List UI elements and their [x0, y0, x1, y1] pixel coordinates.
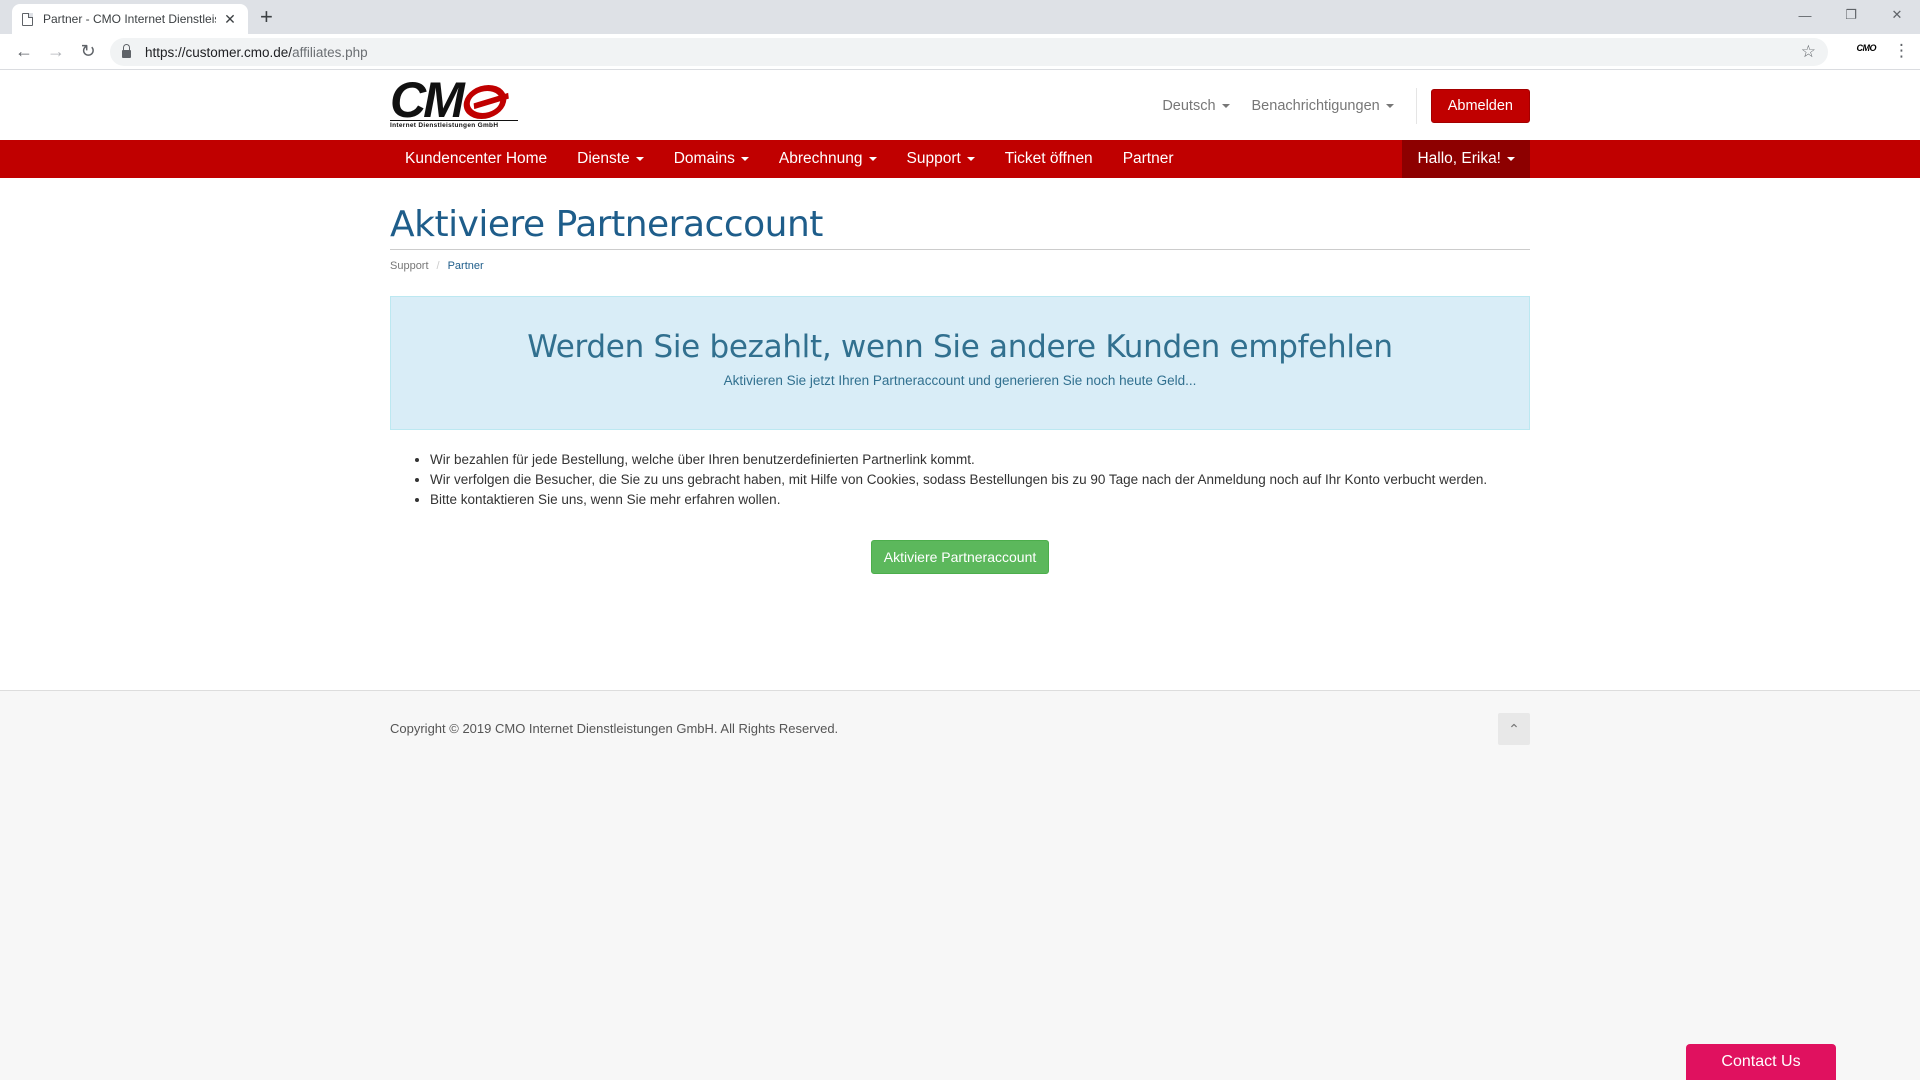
document-icon	[22, 12, 33, 26]
nav-item-ticket-ffnen[interactable]: Ticket öffnen	[990, 140, 1108, 178]
tab-close-icon[interactable]: ✕	[222, 11, 238, 28]
copyright-text: Copyright © 2019 CMO Internet Dienstleis…	[390, 720, 839, 736]
restore-icon[interactable]: ❐	[1828, 0, 1874, 30]
breadcrumb-support[interactable]: Support	[390, 260, 429, 272]
header-divider	[1415, 88, 1417, 124]
user-greeting: Hallo, Erika!	[1417, 150, 1501, 167]
bookmark-star-icon[interactable]: ☆	[1801, 42, 1816, 62]
list-item: Wir bezahlen für jede Bestellung, welche…	[430, 450, 1530, 470]
caret-down-icon	[868, 157, 877, 161]
nav-item-domains[interactable]: Domains	[659, 140, 764, 178]
caret-down-icon	[740, 157, 749, 161]
breadcrumb-partner: Partner	[447, 260, 484, 272]
list-item: Bitte kontaktieren Sie uns, wenn Sie meh…	[430, 490, 1530, 510]
back-icon[interactable]: ←	[8, 36, 40, 68]
list-item: Wir verfolgen die Besucher, die Sie zu u…	[430, 470, 1530, 490]
nav-item-label: Dienste	[577, 150, 630, 167]
minimize-icon[interactable]: —	[1782, 0, 1828, 30]
nav-item-label: Partner	[1122, 150, 1174, 167]
user-menu[interactable]: Hallo, Erika!	[1402, 140, 1530, 178]
address-bar[interactable]: https://customer.cmo.de/affiliates.php ☆	[110, 38, 1828, 66]
nav-item-label: Support	[906, 150, 961, 167]
browser-toolbar: ← → ↻ https://customer.cmo.de/affiliates…	[0, 34, 1920, 70]
notifications-dropdown[interactable]: Benachrichtigungen	[1252, 98, 1394, 114]
page-title: Aktiviere Partneraccount	[390, 204, 1530, 250]
notifications-label: Benachrichtigungen	[1251, 98, 1380, 114]
nav-item-dienste[interactable]: Dienste	[562, 140, 659, 178]
browser-tab[interactable]: Partner - CMO Internet Dienstleistungen …	[12, 4, 248, 34]
tab-title: Partner - CMO Internet Dienstleistungen …	[43, 12, 216, 26]
browser-menu-icon[interactable]: ⋮	[1893, 41, 1910, 61]
logo-letters: CM	[390, 72, 465, 128]
nav-item-label: Ticket öffnen	[1004, 150, 1093, 167]
nav-item-label: Abrechnung	[778, 150, 863, 167]
window-controls: — ❐ ✕	[1782, 0, 1920, 34]
benefits-list: Wir bezahlen für jede Bestellung, welche…	[390, 450, 1530, 510]
logout-button[interactable]: Abmelden	[1430, 89, 1530, 123]
nav-item-support[interactable]: Support	[892, 140, 990, 178]
nav-item-kundencenter-home[interactable]: Kundencenter Home	[390, 140, 562, 178]
cmo-extension-icon[interactable]: CMO	[1857, 43, 1877, 53]
cta-wrapper: Aktiviere Partneraccount	[390, 540, 1530, 574]
main-content: Aktiviere Partneraccount Support / Partn…	[0, 178, 1920, 690]
activate-affiliate-button[interactable]: Aktiviere Partneraccount	[870, 540, 1050, 574]
top-links: Deutsch Benachrichtigungen Abmelden	[1162, 88, 1530, 124]
nav-item-partner[interactable]: Partner	[1108, 140, 1189, 178]
new-tab-icon[interactable]: +	[260, 5, 273, 29]
url-path: affiliates.php	[292, 44, 368, 60]
caret-down-icon	[1221, 104, 1230, 108]
caret-down-icon	[1385, 104, 1394, 108]
reload-icon[interactable]: ↻	[72, 36, 104, 68]
forward-icon[interactable]: →	[40, 36, 72, 68]
main-nav: Kundencenter Home Dienste Domains Abrechnun…	[0, 140, 1920, 178]
url-host: https://customer.cmo.de/	[145, 44, 293, 60]
nav-item-label: Kundencenter Home	[405, 150, 548, 167]
affiliate-jumbotron: Werden Sie bezahlt, wenn Sie andere Kund…	[390, 296, 1530, 430]
browser-tabbar: Partner - CMO Internet Dienstleistungen …	[0, 0, 1920, 34]
site-header: CM Internet Dienstleistungen GmbH Deutsc…	[0, 70, 1920, 140]
caret-down-icon	[635, 157, 644, 161]
back-to-top-icon[interactable]: ⌃	[1498, 713, 1530, 745]
lock-icon	[122, 44, 131, 58]
jumbo-subtitle: Aktivieren Sie jetzt Ihren Partneraccoun…	[723, 373, 1197, 388]
caret-down-icon	[966, 157, 975, 161]
close-window-icon[interactable]: ✕	[1874, 0, 1920, 30]
breadcrumb-separator: /	[436, 260, 440, 272]
caret-down-icon	[1507, 157, 1515, 161]
logo-o-swoosh-icon	[460, 85, 510, 119]
nav-item-label: Domains	[673, 150, 735, 167]
language-label: Deutsch	[1162, 98, 1216, 114]
cmo-logo[interactable]: CM Internet Dienstleistungen GmbH	[390, 75, 520, 130]
language-dropdown[interactable]: Deutsch	[1162, 98, 1230, 114]
contact-us-button[interactable]: Contact Us	[1686, 1044, 1836, 1080]
footer: Copyright © 2019 CMO Internet Dienstleis…	[0, 690, 1920, 770]
breadcrumb: Support / Partner	[390, 260, 1530, 272]
jumbo-title: Werden Sie bezahlt, wenn Sie andere Kund…	[527, 329, 1393, 365]
nav-item-abrechnung[interactable]: Abrechnung	[764, 140, 892, 178]
